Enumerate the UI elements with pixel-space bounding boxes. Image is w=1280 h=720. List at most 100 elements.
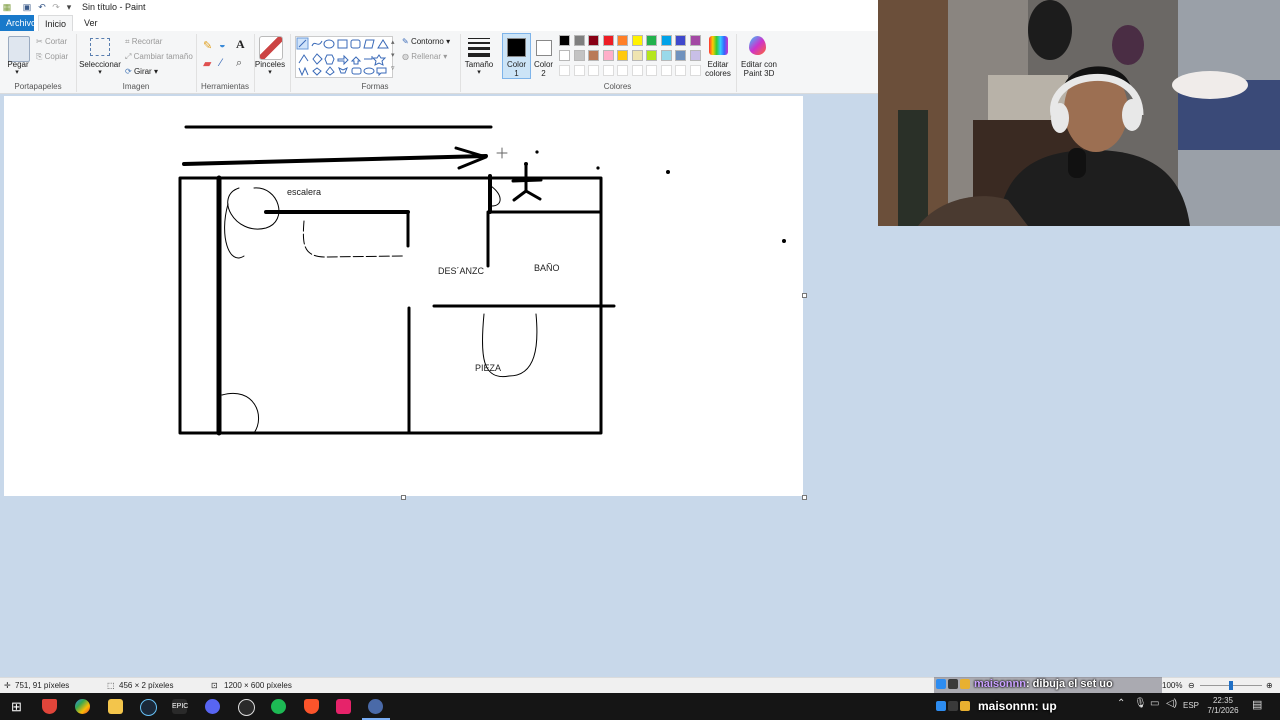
paste-dropdown-icon[interactable]: ▾	[12, 68, 22, 77]
palette-swatch[interactable]	[689, 50, 701, 61]
customize-quick-access-icon[interactable]: ▾	[64, 2, 74, 12]
size-icon[interactable]	[468, 38, 490, 57]
obs-icon[interactable]	[238, 699, 255, 716]
tab-inicio[interactable]: Inicio	[38, 15, 74, 31]
network-icon[interactable]: ▭	[1150, 698, 1159, 709]
edit-colors-line1: Editar	[707, 60, 729, 69]
crop-button[interactable]: ⌗ Recortar	[125, 36, 162, 47]
palette-swatch[interactable]	[573, 50, 585, 61]
tab-archivo[interactable]: Archivo	[0, 15, 36, 31]
palette-swatch[interactable]	[559, 35, 570, 46]
paint3d-icon[interactable]	[749, 36, 766, 55]
palette-swatch[interactable]	[675, 35, 686, 46]
color1-button[interactable]: Color 1	[502, 33, 531, 79]
zoom-slider-thumb[interactable]	[1229, 681, 1233, 690]
eraser-icon[interactable]: ▰	[203, 57, 211, 70]
palette-swatch[interactable]	[675, 50, 686, 61]
palette-swatch[interactable]	[602, 35, 614, 46]
palette-empty-swatch[interactable]	[646, 65, 657, 76]
palette-swatch[interactable]	[573, 35, 585, 46]
chat-username: maisonnn	[978, 699, 1035, 713]
shapes-gallery[interactable]	[295, 36, 393, 78]
palette-empty-swatch[interactable]	[689, 65, 701, 76]
edit-colors-button[interactable]: Editar colores	[700, 60, 736, 78]
palette-swatch[interactable]	[588, 50, 599, 61]
size-dropdown-icon[interactable]: ▾	[474, 68, 484, 77]
edit-colors-icon[interactable]	[709, 36, 728, 55]
palette-empty-swatch[interactable]	[588, 65, 599, 76]
windows-start-icon[interactable]: ⊞	[9, 699, 24, 714]
label-bano: BAÑO	[534, 263, 560, 273]
palette-empty-swatch[interactable]	[675, 65, 686, 76]
palette-swatch[interactable]	[559, 50, 570, 61]
palette-empty-swatch[interactable]	[631, 65, 643, 76]
magnifier-icon[interactable]: ⌕	[236, 57, 242, 70]
language-indicator[interactable]: ESP	[1183, 701, 1199, 710]
palette-swatch[interactable]	[646, 50, 657, 61]
shapes-scroll-icon[interactable]: ▴ ▾ ▿	[391, 36, 395, 75]
chat-text: : dibuja el set uo	[1025, 678, 1113, 690]
tab-ver[interactable]: Ver	[78, 15, 104, 31]
bathroom-wall	[486, 210, 603, 268]
fill-bucket-icon[interactable]: ◒	[219, 39, 226, 51]
palette-swatch[interactable]	[689, 35, 701, 46]
copy-button[interactable]: ⎘ Copiar	[36, 51, 68, 62]
palette-swatch[interactable]	[602, 50, 614, 61]
resize-handle-bottom[interactable]	[401, 495, 406, 500]
undo-icon[interactable]: ↶	[37, 2, 47, 12]
palette-empty-swatch[interactable]	[559, 65, 570, 76]
microphone-icon[interactable]: 🎙	[1134, 698, 1147, 709]
tiktok-icon[interactable]	[336, 699, 351, 714]
brushes-dropdown-icon[interactable]: ▾	[265, 68, 275, 77]
color2-button[interactable]: Color 2	[531, 33, 556, 78]
palette-swatch[interactable]	[588, 35, 599, 46]
paste-icon[interactable]	[8, 36, 30, 62]
save-icon[interactable]: ▣	[22, 2, 32, 12]
clock[interactable]: 22:35 7/1/2026	[1206, 696, 1240, 716]
steam-icon[interactable]	[140, 699, 157, 716]
sofa-outline	[302, 220, 405, 258]
select-dropdown-icon[interactable]: ▾	[95, 68, 105, 77]
drawing-canvas[interactable]: escalera DES´ANZC BAÑO PIEZA	[4, 96, 803, 496]
resize-button[interactable]: ⤢ Cambiar tamaño	[125, 51, 193, 62]
redo-icon[interactable]: ↷	[51, 2, 61, 12]
notifications-icon[interactable]: ▤	[1252, 698, 1262, 711]
spotify-icon[interactable]	[271, 699, 286, 714]
zoom-out-icon[interactable]: ⊖	[1188, 681, 1195, 690]
palette-swatch[interactable]	[660, 35, 672, 46]
resize-handle-corner[interactable]	[802, 495, 807, 500]
discord-icon[interactable]	[205, 699, 220, 714]
fill-button[interactable]: ◍ Rellenar ▾	[402, 51, 447, 62]
palette-swatch[interactable]	[646, 35, 657, 46]
text-tool-icon[interactable]: A	[236, 37, 245, 52]
resize-handle-right[interactable]	[802, 293, 807, 298]
edit-with-paint3d-button[interactable]: Editar con Paint 3D	[738, 60, 780, 78]
palette-swatch[interactable]	[660, 50, 672, 61]
palette-empty-swatch[interactable]	[617, 65, 628, 76]
palette-swatch[interactable]	[617, 50, 628, 61]
color-picker-icon[interactable]: ⁄	[220, 57, 222, 69]
fill-icon: ◍	[402, 52, 412, 61]
palette-empty-swatch[interactable]	[602, 65, 614, 76]
volume-icon[interactable]: ◁)	[1166, 698, 1177, 709]
zoom-in-icon[interactable]: ⊕	[1266, 681, 1273, 690]
tray-chevron-icon[interactable]: ⌃	[1117, 698, 1125, 709]
epic-games-icon[interactable]: EPIC	[172, 699, 188, 714]
palette-swatch[interactable]	[631, 50, 643, 61]
group-label-formas: Formas	[361, 82, 389, 91]
cut-button[interactable]: ✂ Cortar	[36, 36, 67, 47]
rotate-button[interactable]: ⟳ Girar ▾	[125, 66, 158, 77]
palette-swatch[interactable]	[631, 35, 643, 46]
brave-icon[interactable]	[304, 699, 319, 714]
palette-swatch[interactable]	[617, 35, 628, 46]
browser-icon[interactable]	[75, 699, 90, 714]
palette-empty-swatch[interactable]	[573, 65, 585, 76]
file-explorer-icon[interactable]	[108, 699, 123, 714]
shield-app-icon[interactable]	[42, 699, 57, 714]
select-icon[interactable]	[90, 38, 110, 56]
palette-empty-swatch[interactable]	[660, 65, 672, 76]
paint-taskbar-icon[interactable]	[368, 699, 383, 714]
brush-icon[interactable]	[259, 36, 283, 60]
pencil-icon[interactable]: ✎	[203, 39, 212, 52]
outline-button[interactable]: ✎ Contorno ▾	[402, 36, 450, 47]
